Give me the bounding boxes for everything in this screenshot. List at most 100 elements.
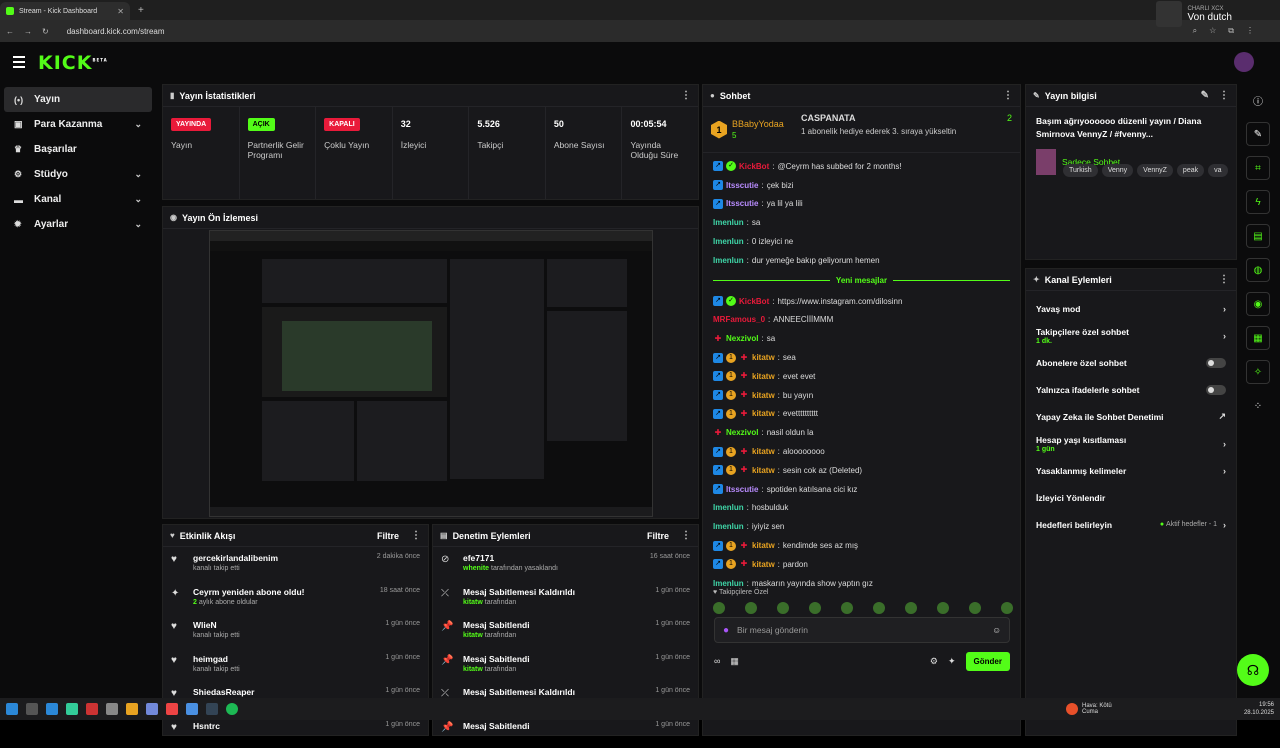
gift-icon[interactable]: ▦ — [730, 656, 739, 667]
app-icon[interactable] — [146, 703, 158, 715]
chat-message[interactable]: ↗1✚kitatw:aloooooooo — [713, 442, 1010, 461]
windows-start-icon[interactable] — [6, 703, 18, 715]
app-icon[interactable] — [106, 703, 118, 715]
kick-logo[interactable]: KICKBETA — [38, 52, 108, 74]
chat-username[interactable]: Itsscutie — [726, 199, 758, 208]
chat-message[interactable]: Imenlun:iyiyiz sen — [713, 517, 1010, 536]
chat-username[interactable]: Nexzivol — [726, 334, 758, 343]
chat-username[interactable]: kitatw — [752, 409, 775, 418]
info-icon[interactable]: ⓘ — [1246, 88, 1270, 112]
edge-icon[interactable] — [66, 703, 78, 715]
emoji-icon[interactable]: ☺ — [992, 625, 1001, 635]
avatar[interactable] — [1234, 52, 1254, 72]
channel-action-row[interactable]: Hedefleri belirleyin● Aktif hedefler - 1… — [1026, 511, 1236, 538]
chat-username[interactable]: Imenlun — [713, 237, 744, 246]
emote[interactable] — [1001, 602, 1013, 614]
tag[interactable]: va — [1208, 164, 1227, 177]
chat-username[interactable]: kitatw — [752, 391, 775, 400]
chat-message[interactable]: Imenlun:dur yemeğe bakıp geliyorum hemen — [713, 251, 1010, 270]
back-icon[interactable]: ← — [6, 27, 14, 36]
search-icon[interactable] — [26, 703, 38, 715]
chat-message[interactable]: ↗1✚kitatw:pardon — [713, 555, 1010, 574]
clock[interactable]: 19:5628.10.2025 — [1244, 701, 1274, 717]
points-icon[interactable]: ∞ — [714, 656, 720, 666]
list-item[interactable]: ⤫ Mesaj Sabitlemesi Kaldırıldı kitatw ta… — [433, 581, 698, 615]
more-icon[interactable]: ⋮ — [1003, 90, 1013, 101]
more-icon[interactable]: ⋮ — [1219, 90, 1229, 101]
apps-icon[interactable]: ⁘ — [1246, 394, 1270, 418]
chat-message[interactable]: Imenlun:hosbulduk — [713, 499, 1010, 518]
chrome-icon[interactable] — [166, 703, 178, 715]
toggle-switch[interactable] — [1206, 358, 1226, 368]
tag[interactable]: VennyZ — [1137, 164, 1173, 177]
list-item[interactable]: ♥ heimgad kanalı takip etti 1 gün önce — [163, 648, 428, 682]
channel-action-row[interactable]: Abonelere özel sohbet — [1026, 349, 1236, 376]
chat-username[interactable]: Imenlun — [713, 503, 744, 512]
spotify-icon[interactable] — [226, 703, 238, 715]
list-item[interactable]: 📌 Mesaj Sabitlendi kitatw tarafından 1 g… — [433, 648, 698, 682]
weather-widget[interactable]: Hava: KötüCuma — [1066, 703, 1112, 715]
chat-message[interactable]: ↗Itsscutie:çek bizi — [713, 176, 1010, 195]
chat-message[interactable]: Imenlun:sa — [713, 213, 1010, 232]
emote[interactable] — [905, 602, 917, 614]
new-messages-divider[interactable]: Yeni mesajlar — [713, 274, 1010, 288]
gear-icon[interactable]: ⚙ — [930, 656, 938, 667]
media-widget[interactable]: CHARLI XCXVon dutch — [1156, 0, 1232, 28]
chat-input[interactable]: ●Bir mesaj gönderin☺ — [714, 617, 1010, 643]
list-item[interactable]: ✦ Ceyrm yeniden abone oldu! 2 aylık abon… — [163, 581, 428, 615]
clip-icon[interactable]: ⌗ — [1246, 156, 1270, 180]
lightning-icon[interactable]: ϟ — [1246, 190, 1270, 214]
channel-action-row[interactable]: Yapay Zeka ile Sohbet Denetimi↗ — [1026, 403, 1236, 430]
chat-username[interactable]: kitatw — [752, 466, 775, 475]
chat-username[interactable]: kitatw — [752, 372, 775, 381]
list-item[interactable]: ♥ gercekirlandalibenim kanalı takip etti… — [163, 547, 428, 581]
chat-username[interactable]: Itsscutie — [726, 181, 758, 190]
emote[interactable] — [873, 602, 885, 614]
tag[interactable]: peak — [1177, 164, 1204, 177]
emote[interactable] — [937, 602, 949, 614]
chat-message[interactable]: ✚Nexzivol:nasil oldun la — [713, 423, 1010, 442]
chat-username[interactable]: Itsscutie — [726, 485, 758, 494]
emote[interactable] — [841, 602, 853, 614]
filter-button[interactable]: Filtre — [647, 531, 669, 541]
chat-message[interactable]: ↗1✚kitatw:evetttttttttt — [713, 405, 1010, 424]
pencil-icon[interactable]: ✎ — [1246, 122, 1270, 146]
more-icon[interactable]: ⋮ — [1219, 274, 1229, 285]
emote[interactable] — [777, 602, 789, 614]
hamburger-icon[interactable] — [13, 56, 25, 71]
chat-username[interactable]: Imenlun — [713, 579, 744, 588]
emote[interactable] — [969, 602, 981, 614]
emote[interactable] — [809, 602, 821, 614]
url-field[interactable]: dashboard.kick.com/stream — [67, 27, 165, 36]
close-tab-icon[interactable]: ✕ — [117, 7, 124, 16]
tag[interactable]: Turkish — [1063, 164, 1098, 177]
channel-action-row[interactable]: Hesap yaşı kısıtlaması1 gün› — [1026, 430, 1236, 457]
chat-username[interactable]: MRFamous_0 — [713, 315, 765, 324]
send-button[interactable]: Gönder — [966, 652, 1010, 671]
more-icon[interactable]: ⋮ — [411, 530, 421, 541]
chat-message[interactable]: ↗1✚kitatw:sea — [713, 348, 1010, 367]
menu-icon[interactable]: ⋮ — [1246, 26, 1254, 36]
chat-message[interactable]: ↗1✚kitatw:sesin cok az (Deleted) — [713, 461, 1010, 480]
chat-username[interactable]: Imenlun — [713, 522, 744, 531]
toggle-switch[interactable] — [1206, 385, 1226, 395]
list-item[interactable]: 📌 Mesaj Sabitlendi kitatw tarafından 1 g… — [433, 614, 698, 648]
chat-message[interactable]: ↗1✚kitatw:bu yayın — [713, 386, 1010, 405]
sidebar-item-kanal[interactable]: ▬Kanal⌄ — [4, 187, 152, 212]
list-item[interactable]: ⊘ efe7171 whenite tarafından yasaklandı … — [433, 547, 698, 581]
chat-message[interactable]: ↗Itsscutie:spotiden katılsana cici kız — [713, 480, 1010, 499]
tag[interactable]: Venny — [1102, 164, 1133, 177]
emote[interactable] — [745, 602, 757, 614]
wrench-icon[interactable]: ✧ — [1246, 360, 1270, 384]
steam-icon[interactable] — [206, 703, 218, 715]
chat-username[interactable]: kitatw — [752, 353, 775, 362]
chat-username[interactable]: kitatw — [752, 560, 775, 569]
support-button[interactable]: ☊ — [1237, 654, 1269, 686]
list-item[interactable]: ♥ WlieN kanalı takip etti 1 gün önce — [163, 614, 428, 648]
chat-message[interactable]: ↗✓KickBot:@Ceyrm has subbed for 2 months… — [713, 157, 1010, 176]
sidebar-item-basarilar[interactable]: ♛Başarılar — [4, 137, 152, 162]
chat-message[interactable]: ↗✓KickBot:https://www.instagram.com/dilo… — [713, 292, 1010, 311]
chat-message[interactable]: ↗1✚kitatw:kendimde ses az mış — [713, 536, 1010, 555]
channel-action-row[interactable]: Yasaklanmış kelimeler› — [1026, 457, 1236, 484]
app-icon[interactable] — [46, 703, 58, 715]
